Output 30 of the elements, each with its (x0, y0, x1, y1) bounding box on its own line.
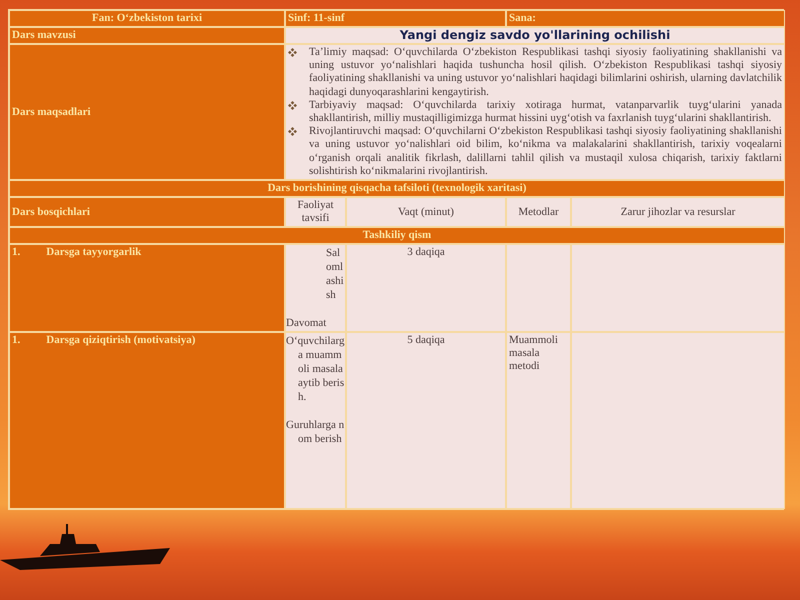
section-title: Dars borishining qisqacha tafsiloti (texnologik xaritasi) (9, 180, 785, 198)
time-cell: 3 daqiqa (346, 244, 506, 332)
activity-text: Guruhlarga nom berish (286, 418, 345, 446)
row-label: Dars mavzusi (9, 27, 285, 44)
method-cell: Muammoli masala metodi (506, 332, 571, 510)
stage-number: 1. (12, 334, 20, 348)
section-title: Tashkiliy qism (9, 227, 785, 244)
column-header: Faoliyat tavsifi (285, 197, 346, 228)
stage-name: Darsga qiziqtirish (motivatsiya) (46, 334, 196, 348)
stage-number: 1. (12, 246, 20, 260)
diamond-bullet-icon (288, 127, 297, 136)
column-header: Zarur jihozlar va resurslar (571, 197, 785, 228)
lesson-topic: Yangi dengiz savdo yo'llarining ochilishi (285, 27, 785, 44)
activity-text: Davomat (286, 316, 328, 330)
row-label: Dars maqsadlari (9, 44, 285, 180)
column-header: Dars bosqichlari (9, 197, 285, 228)
column-header: Metodlar (506, 197, 571, 228)
activity-text: O‘quvchilarga muammoli masala aytib berish. (286, 334, 345, 404)
goal-text: Ta’limiy maqsad: O‘quvchilarda O‘zbekiston Respublikasi tashqi siyosiy faoliyatining shakllanishi va uning ustuvor yo‘nalishlari haqida tushuncha hosil qilish. O‘zbekiston Respublikasi tashqi siyosiy faoliyatining shakllanishi va uning ustuvor yo‘nalishlari haqidagi bilimlarini oshirish, ularning davlatchilik haqidagi dunyoqarashlarini kengaytirish. (309, 46, 782, 99)
diamond-bullet-icon (288, 100, 297, 110)
diamond-bullet-icon (288, 48, 297, 57)
header-cell: Sinf: 11-sinf (285, 10, 506, 27)
goal-text: Tarbiyaviy maqsad: O‘quvchilarda tarixiy xotiraga hurmat, vatanparvarlik tuyg‘ularini yanada shakllantirish, milliy mustaqilligimizga hurmat hissini uyg‘otish va faxrlanish tuyg‘ularini shakllantirish. (309, 98, 782, 126)
time-cell: 5 daqiqa (346, 332, 506, 510)
goal-text: Rivojlantiruvchi maqsad: O‘quvchilarni O‘zbekiston Respublikasi tashqi siyosiy faoliyatining shakllanishi va uning ustuvor yo‘nalishlari oid bilim, ko‘nikma va malakalarini shakllantirish, tarixiy voqealarni o‘rganish orqali analitik fikrlash, dalillarni tahlil qilish va mustaqil xulosa chiqarish, tarixiy faktlarni solishtirish ko‘nikmalarini rivojlantirish. (309, 125, 782, 178)
header-cell: Fan: O‘zbekiston tarixi (9, 10, 285, 27)
activity-text: Salomlashish (325, 246, 345, 302)
header-cell: Sana: (506, 10, 785, 27)
stage-name: Darsga tayyorgarlik (46, 246, 142, 260)
column-header: Vaqt (minut) (346, 197, 506, 228)
